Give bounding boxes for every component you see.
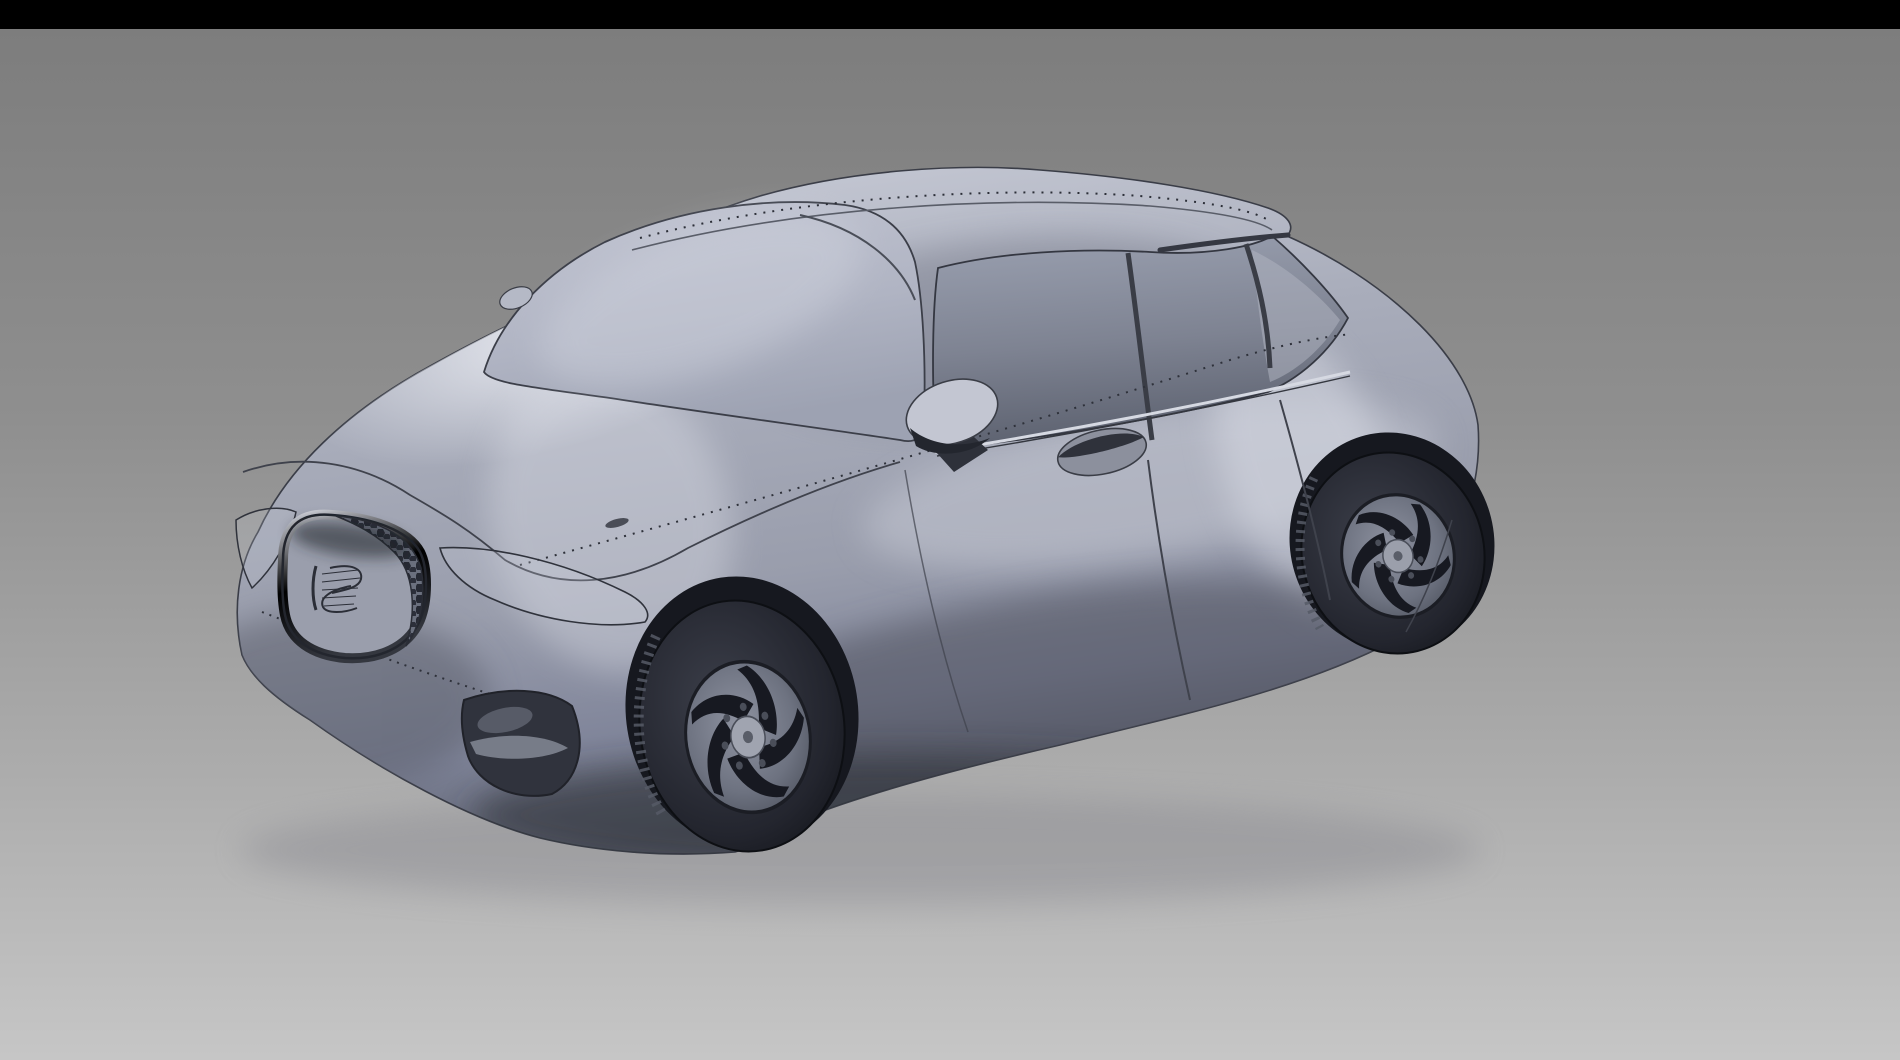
top-letterbox-bar	[0, 0, 1900, 29]
car-model-render	[0, 29, 1900, 1060]
car-model[interactable]	[170, 137, 1518, 905]
viewport-3d[interactable]	[0, 29, 1900, 1060]
ground-shadow	[240, 795, 1480, 905]
screen	[0, 0, 1900, 1060]
